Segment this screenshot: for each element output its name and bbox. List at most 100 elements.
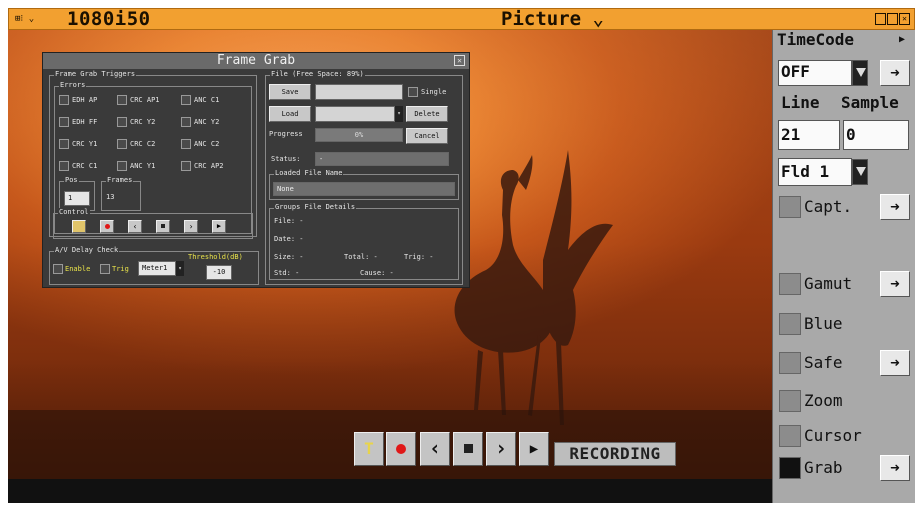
mini-record-button[interactable] — [100, 220, 114, 233]
gamut-checkbox[interactable] — [779, 273, 801, 295]
enable-checkbox[interactable] — [53, 264, 63, 274]
mini-next-button[interactable]: › — [184, 220, 198, 233]
save-filename-input[interactable] — [315, 84, 403, 100]
timecode-select[interactable]: OFF — [778, 60, 852, 86]
error-checkbox[interactable] — [117, 95, 127, 105]
frame-grab-dialog: Frame Grab ✕ Frame Grab Triggers Errors … — [42, 52, 470, 288]
record-button[interactable] — [386, 432, 416, 466]
error-checkbox[interactable] — [59, 139, 69, 149]
meter-dropdown-icon[interactable]: ▾ — [176, 261, 184, 276]
video-format-label[interactable]: 1080i50 — [67, 9, 151, 30]
loaded-file-value: None — [273, 182, 455, 196]
capture-checkbox[interactable] — [779, 196, 801, 218]
trigger-button[interactable]: T — [354, 432, 384, 466]
status-value: - — [315, 152, 449, 166]
error-label: CRC AP1 — [130, 96, 160, 104]
menu-icon[interactable]: ⊞⁝ ⌄ — [15, 14, 34, 24]
mini-stop-button[interactable] — [156, 220, 170, 233]
error-label: ANC C2 — [194, 140, 220, 148]
error-checkbox[interactable] — [59, 117, 69, 127]
progress-bar: 0% — [315, 128, 403, 142]
error-checkbox[interactable] — [181, 95, 191, 105]
threshold-label: Threshold(dB) — [188, 253, 243, 261]
mini-play-button[interactable]: ▶ — [212, 220, 226, 233]
right-panel: TimeCode ▶ OFF ➜ Line Sample 21 0 Fld 1 … — [772, 30, 915, 503]
trig-checkbox[interactable] — [100, 264, 110, 274]
zoom-label: Zoom — [804, 391, 843, 410]
dialog-title: Frame Grab — [43, 53, 469, 69]
detail-size: Size: - — [274, 253, 304, 261]
load-file-select[interactable] — [315, 106, 395, 122]
error-checkbox[interactable] — [117, 161, 127, 171]
field-dropdown-icon[interactable] — [852, 159, 868, 185]
load-dropdown-icon[interactable]: ▾ — [395, 106, 403, 122]
errors-label: Errors — [59, 81, 87, 90]
timecode-expand-icon[interactable]: ▶ — [899, 34, 905, 45]
prev-frame-button[interactable]: ‹ — [420, 432, 450, 466]
grab-apply-button[interactable]: ➜ — [880, 455, 910, 481]
cursor-checkbox[interactable] — [779, 425, 801, 447]
play-button[interactable]: ▶ — [519, 432, 549, 466]
error-checkbox[interactable] — [181, 117, 191, 127]
detail-cause: Cause: - — [360, 269, 394, 277]
error-checkbox[interactable] — [117, 139, 127, 149]
frames-value: 13 — [106, 193, 115, 201]
triggers-label: Frame Grab Triggers — [54, 70, 137, 79]
error-checkbox[interactable] — [117, 117, 127, 127]
error-label: CRC AP2 — [194, 162, 224, 170]
maximize-icon[interactable] — [887, 13, 898, 25]
capture-apply-button[interactable]: ➜ — [880, 194, 910, 220]
gamut-label: Gamut — [804, 274, 853, 293]
pos-input[interactable]: 1 — [64, 191, 90, 206]
control-label: Control — [58, 208, 90, 217]
timecode-apply-button[interactable]: ➜ — [880, 60, 910, 86]
dialog-close-icon[interactable]: ✕ — [454, 55, 465, 66]
line-label: Line — [781, 93, 820, 112]
gamut-apply-button[interactable]: ➜ — [880, 271, 910, 297]
stop-square-icon — [464, 444, 473, 453]
meter-select[interactable]: Meter1 — [138, 261, 176, 276]
safe-apply-button[interactable]: ➜ — [880, 350, 910, 376]
cancel-button[interactable]: Cancel — [406, 128, 448, 144]
zoom-checkbox[interactable] — [779, 390, 801, 412]
detail-file: File: - — [274, 217, 304, 225]
loaded-file-label: Loaded File Name — [274, 169, 344, 178]
stop-button[interactable] — [453, 432, 483, 466]
detail-date: Date: - — [274, 235, 304, 243]
control-group: Control ‹ › ▶ — [53, 208, 253, 239]
field-select[interactable]: Fld 1 — [778, 158, 852, 186]
timecode-dropdown-icon[interactable] — [852, 60, 868, 86]
window-buttons: ✕ — [875, 13, 910, 25]
single-label: Single — [421, 88, 447, 96]
delete-button[interactable]: Delete — [406, 106, 448, 122]
grab-checkbox[interactable] — [779, 457, 801, 479]
error-label: CRC Y2 — [130, 118, 156, 126]
error-checkbox[interactable] — [59, 161, 69, 171]
mini-prev-button[interactable]: ‹ — [128, 220, 142, 233]
blue-checkbox[interactable] — [779, 313, 801, 335]
sample-input[interactable]: 0 — [843, 120, 909, 150]
minimize-icon[interactable] — [875, 13, 886, 25]
detail-total: Total: - — [344, 253, 378, 261]
next-frame-button[interactable]: › — [486, 432, 516, 466]
save-button[interactable]: Save — [269, 84, 311, 100]
threshold-input[interactable]: -10 — [206, 265, 232, 280]
safe-checkbox[interactable] — [779, 352, 801, 374]
grab-label: Grab — [804, 458, 843, 477]
load-button[interactable]: Load — [269, 106, 311, 122]
mini-trigger-button[interactable] — [72, 220, 86, 233]
close-icon[interactable]: ✕ — [899, 13, 910, 25]
error-label: CRC C2 — [130, 140, 156, 148]
error-checkbox[interactable] — [181, 139, 191, 149]
timecode-label: TimeCode — [777, 30, 855, 49]
capture-label: Capt. — [804, 197, 853, 216]
error-checkbox[interactable] — [181, 161, 191, 171]
status-label: Status: — [271, 155, 301, 163]
error-checkbox[interactable] — [59, 95, 69, 105]
av-delay-group: A/V Delay Check Enable Trig Meter1 ▾ Thr… — [49, 246, 259, 285]
single-checkbox[interactable] — [408, 87, 418, 97]
error-label: ANC C1 — [194, 96, 220, 104]
line-input[interactable]: 21 — [778, 120, 840, 150]
pos-group: Pos 1 — [59, 176, 95, 211]
view-selector[interactable]: Picture ⌄ — [501, 9, 604, 30]
